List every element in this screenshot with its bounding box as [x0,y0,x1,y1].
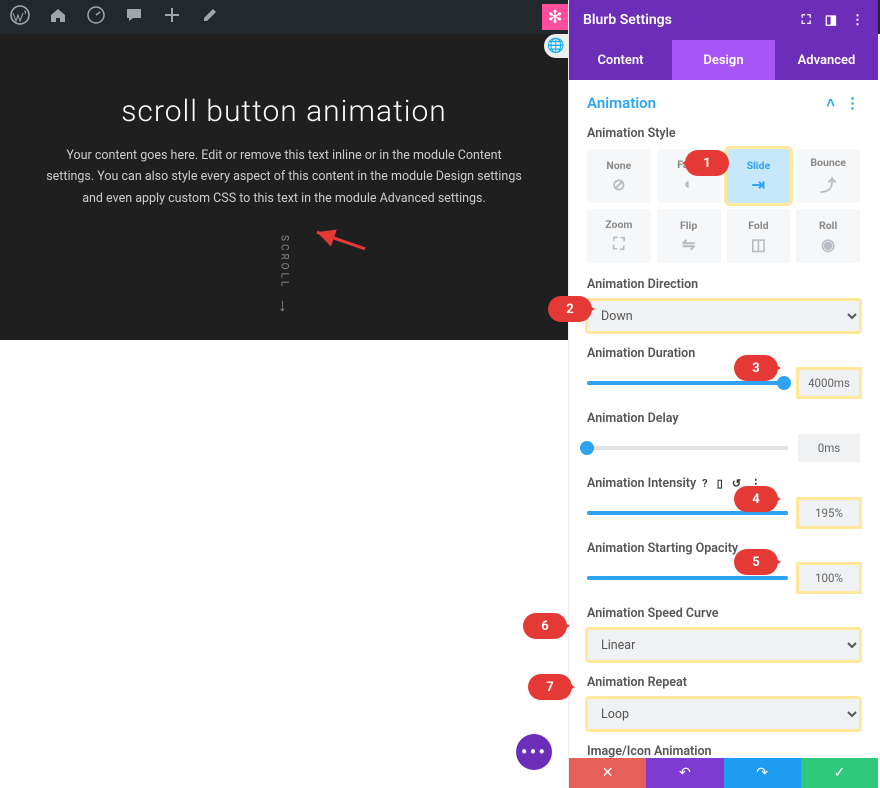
panel-body: Animation ˄⋮ Animation Style None⊘ Fade◐… [569,80,878,788]
style-slide[interactable]: Slide⇥ [727,149,791,203]
style-none[interactable]: None⊘ [587,149,651,203]
tab-advanced[interactable]: Advanced [775,40,878,80]
add-icon[interactable] [162,5,182,29]
label-style: Animation Style [587,126,860,141]
edit-icon[interactable] [200,5,220,29]
divi-fab[interactable]: ••• [516,734,552,770]
layout-icon[interactable]: ◨ [825,13,837,28]
repeat-select[interactable]: Loop [587,698,860,730]
comments-icon[interactable] [124,5,144,29]
direction-select[interactable]: Down [587,300,860,332]
bounce-icon: ⤴ [820,172,836,196]
label-intensity: Animation Intensity? ▯ ↺ ⋮ [587,476,860,491]
fold-icon: ◫ [751,235,766,254]
dashboard-icon[interactable] [86,5,106,29]
tabs: Content Design Advanced [569,40,878,80]
opacity-value[interactable]: 100% [798,564,860,592]
help-icon: ? [702,477,707,490]
callout-7: 7 [528,674,572,700]
cancel-button[interactable]: ✕ [569,758,646,788]
arrow-down-icon: ↓ [278,295,290,316]
style-zoom[interactable]: Zoom⛶ [587,209,651,263]
duration-slider[interactable] [587,381,788,385]
curve-select[interactable]: Linear [587,629,860,661]
slide-icon: ⇥ [752,175,765,194]
duration-value[interactable]: 4000ms [798,369,860,397]
hero-title: scroll button animation [40,94,528,129]
section-header[interactable]: Animation ˄ ⋮ [587,94,860,112]
zoom-icon: ⛶ [613,234,624,254]
callout-6: 6 [523,613,567,639]
label-direction: Animation Direction [587,277,860,292]
label-opacity: Animation Starting Opacity [587,541,860,556]
section-title: Animation [587,94,656,112]
callout-4: 4 [734,486,778,512]
panel-header: Blurb Settings ⛶ ◨ ⋮ [569,0,878,40]
callout-1: 1 [685,150,729,176]
label-repeat: Animation Repeat [587,675,860,690]
intensity-value[interactable]: 195% [798,499,860,527]
tab-content[interactable]: Content [569,40,672,80]
label-duration: Animation Duration [587,346,860,361]
callout-2: 2 [548,296,592,322]
callout-5: 5 [734,549,778,575]
label-delay: Animation Delay [587,411,860,426]
label-imgicon: Image/Icon Animation [587,744,860,759]
home-icon[interactable] [48,5,68,29]
none-icon: ⊘ [612,175,625,194]
more-icon[interactable]: ⋮ [851,13,864,28]
tab-design[interactable]: Design [672,40,775,80]
wp-logo-icon[interactable] [10,5,30,29]
style-fold[interactable]: Fold◫ [727,209,791,263]
callout-3: 3 [734,355,778,381]
roll-icon: ◉ [821,235,835,254]
redo-button[interactable]: ↷ [724,758,801,788]
preview-stage: 🌐 scroll button animation Your content g… [0,34,568,788]
section-more-icon[interactable]: ⋮ [845,94,860,112]
globe-icon[interactable]: 🌐 [544,34,568,58]
device-icon: ▯ [717,477,723,490]
label-curve: Animation Speed Curve [587,606,860,621]
annotation-arrow-icon [309,214,372,268]
undo-button[interactable]: ↶ [646,758,723,788]
opacity-slider[interactable] [587,576,788,580]
style-bounce[interactable]: Bounce⤴ [796,149,860,203]
style-roll[interactable]: Roll◉ [796,209,860,263]
chevron-up-icon[interactable]: ˄ [826,94,835,112]
hero-body: Your content goes here. Edit or remove t… [44,145,524,209]
scroll-indicator: SCROLL ↓ [278,235,290,316]
confirm-button[interactable]: ✓ [801,758,878,788]
panel-title: Blurb Settings [583,12,672,28]
scroll-text: SCROLL [279,235,290,289]
settings-panel: Blurb Settings ⛶ ◨ ⋮ Content Design Adva… [568,0,878,788]
delay-slider[interactable] [587,446,788,450]
style-flip[interactable]: Flip⇋ [657,209,721,263]
asterisk-badge[interactable]: ✻ [542,4,568,30]
panel-footer: ✕ ↶ ↷ ✓ [569,758,878,788]
scan-icon[interactable]: ⛶ [802,13,811,28]
flip-icon: ⇋ [682,235,695,254]
hero-module: 🌐 scroll button animation Your content g… [0,34,568,340]
delay-value[interactable]: 0ms [798,434,860,462]
fade-icon: ◐ [684,174,694,194]
